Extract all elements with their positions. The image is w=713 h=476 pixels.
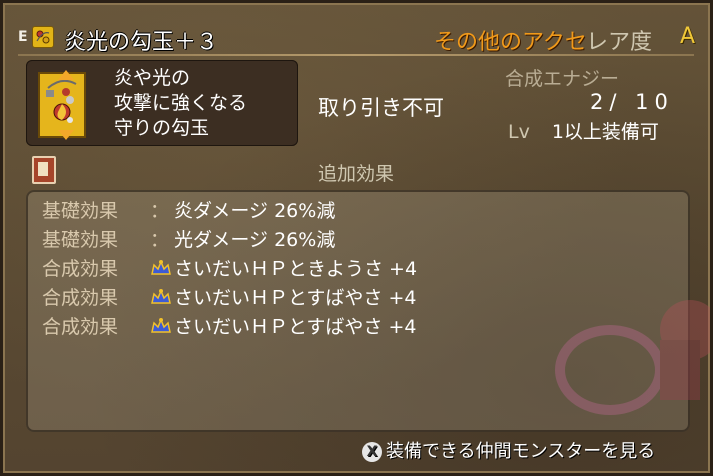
effect-text: さいだいＨＰとすばやさ +4 [174, 316, 417, 338]
effect-kind: 合成効果 [42, 287, 119, 309]
arrow-up-icon[interactable] [58, 70, 74, 80]
book-icon[interactable] [32, 156, 56, 184]
crown-icon [151, 289, 171, 304]
magatama-icon[interactable] [38, 70, 86, 140]
level-prefix: Lv [508, 121, 530, 143]
view-monsters-label: 装備できる仲間モンスターを見る [386, 441, 656, 462]
effect-row: 基礎効果 ：炎ダメージ 26%減 [42, 196, 335, 222]
title-divider [18, 54, 694, 56]
effect-row: 合成効果 さいだいＨＰとすばやさ +4 [42, 312, 416, 338]
description-panel: 炎や光の 攻撃に強くなる 守りの勾玉 [26, 60, 298, 146]
effect-text: さいだいＨＰとすばやさ +4 [174, 287, 417, 309]
level-requirement: Lv 1以上装備可 [508, 117, 659, 144]
effect-text: 光ダメージ 26%減 [174, 229, 336, 251]
view-monsters-button[interactable]: X 装備できる仲間モンスターを見る [362, 437, 655, 463]
background-monster-art [555, 300, 710, 415]
title-row: E 炎光の勾玉＋３ その他のアクセ レア度 A [14, 22, 704, 56]
description-line: 守りの勾玉 [114, 117, 210, 139]
effect-row: 合成効果 さいだいＨＰとすばやさ +4 [42, 283, 416, 309]
arrow-down-icon[interactable] [58, 130, 74, 140]
level-text: 1以上装備可 [551, 121, 659, 143]
description-line: 攻撃に強くなる [114, 92, 248, 114]
item-name: 炎光の勾玉＋３ [64, 30, 219, 55]
effect-separator: ： [150, 229, 170, 251]
effect-row: 合成効果 さいだいＨＰときようさ +4 [42, 254, 417, 280]
effect-kind: 基礎効果 [42, 200, 119, 222]
x-button-icon: X [362, 442, 382, 462]
item-detail-window: E 炎光の勾玉＋３ その他のアクセ レア度 A 炎や光の 攻撃に強くなる 守りの… [0, 0, 713, 476]
rarity-label: レア度 [586, 30, 653, 55]
crown-icon [151, 318, 171, 333]
effect-separator: ： [150, 200, 170, 222]
equipped-mark: E [18, 29, 28, 45]
trade-status: 取り引き不可 [318, 96, 444, 120]
effect-kind: 合成効果 [42, 258, 119, 280]
description-line: 炎や光の [114, 67, 191, 89]
item-description: 炎や光の 攻撃に強くなる 守りの勾玉 [114, 66, 247, 141]
effect-kind: 合成効果 [42, 316, 119, 338]
item-category: その他のアクセ [434, 30, 587, 55]
rarity-value: A [680, 24, 696, 49]
synth-energy-label: 合成エナジー [505, 68, 620, 90]
synth-energy-value: 2/ 10 [590, 90, 674, 114]
effect-text: 炎ダメージ 26%減 [174, 200, 336, 222]
accessory-icon [32, 26, 54, 48]
crown-icon [151, 260, 171, 275]
extra-effects-label: 追加効果 [318, 163, 395, 185]
effect-text: さいだいＨＰときようさ +4 [174, 258, 418, 280]
effect-kind: 基礎効果 [42, 229, 119, 251]
effect-row: 基礎効果 ：光ダメージ 26%減 [42, 225, 335, 251]
